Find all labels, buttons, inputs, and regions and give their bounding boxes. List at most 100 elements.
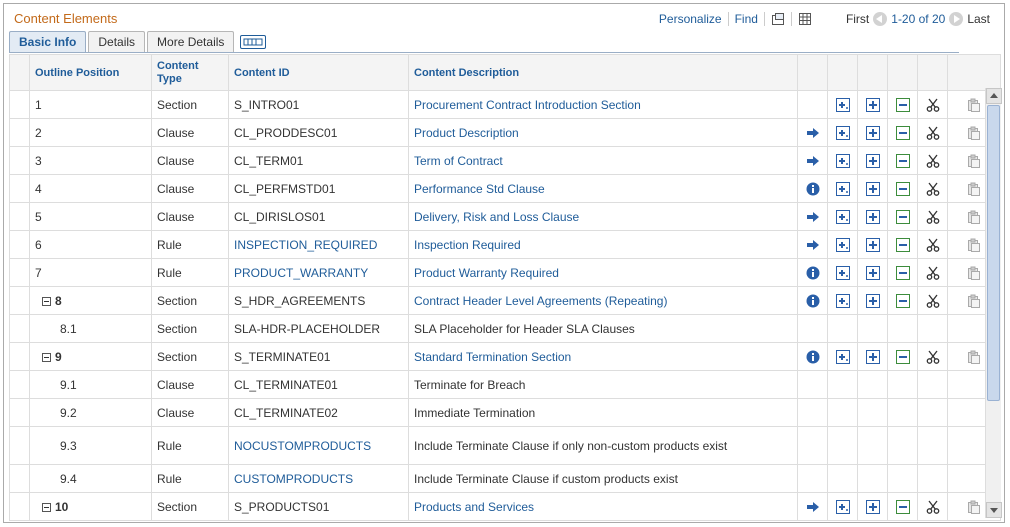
content-description[interactable]: Products and Services [408, 492, 798, 521]
content-id[interactable]: PRODUCT_WARRANTY [228, 258, 409, 287]
add-row-icon[interactable] [865, 97, 880, 112]
add-row-icon[interactable] [865, 209, 880, 224]
outline-position-cell: 9.2 [29, 398, 152, 427]
delete-row-icon[interactable] [895, 153, 910, 168]
insert-child-icon[interactable] [835, 265, 850, 280]
collapse-icon[interactable] [42, 296, 51, 306]
vertical-scrollbar[interactable] [985, 88, 1002, 518]
find-link[interactable]: Find [735, 12, 758, 26]
add-row-icon[interactable] [865, 153, 880, 168]
content-id[interactable]: CUSTOMPRODUCTS [228, 464, 409, 493]
delete-row-icon[interactable] [895, 209, 910, 224]
tab-more-details[interactable]: More Details [147, 31, 235, 52]
outline-position: 9 [55, 349, 62, 364]
action-cell [827, 398, 858, 427]
table-row: 3 Clause CL_TERM01 Term of Contract [9, 146, 1001, 175]
next-page-icon[interactable] [949, 12, 964, 26]
content-description[interactable]: Performance Std Clause [408, 174, 798, 203]
column-content-description[interactable]: Content Description [408, 54, 798, 91]
content-description[interactable]: Standard Termination Section [408, 342, 798, 371]
tab-basic-info[interactable]: Basic Info [9, 31, 87, 52]
add-row-icon[interactable] [865, 125, 880, 140]
go-to-content-icon[interactable] [806, 154, 820, 168]
insert-child-icon[interactable] [835, 181, 850, 196]
view-all-icon[interactable] [771, 12, 785, 26]
outline-position: 9.4 [60, 471, 77, 486]
add-row-icon[interactable] [865, 181, 880, 196]
insert-child-icon[interactable] [835, 293, 850, 308]
header-action-1 [797, 54, 828, 91]
cut-icon[interactable] [926, 238, 940, 252]
add-row-icon[interactable] [865, 349, 880, 364]
cut-icon[interactable] [926, 126, 940, 140]
scroll-down-icon[interactable] [986, 502, 1002, 518]
content-id[interactable]: NOCUSTOMPRODUCTS [228, 426, 409, 465]
action-cell [857, 174, 888, 203]
delete-row-icon[interactable] [895, 181, 910, 196]
insert-child-icon[interactable] [835, 499, 850, 514]
column-content-type[interactable]: Content Type [151, 54, 229, 91]
column-content-id[interactable]: Content ID [228, 54, 409, 91]
insert-child-icon[interactable] [835, 153, 850, 168]
cut-icon[interactable] [926, 350, 940, 364]
content-description[interactable]: Procurement Contract Introduction Sectio… [408, 90, 798, 119]
outline-position: 6 [35, 237, 42, 252]
insert-child-icon[interactable] [835, 125, 850, 140]
add-row-icon[interactable] [865, 265, 880, 280]
cut-icon[interactable] [926, 182, 940, 196]
collapse-icon[interactable] [42, 352, 51, 362]
collapse-icon[interactable] [42, 502, 51, 512]
delete-row-icon[interactable] [895, 97, 910, 112]
go-to-content-icon[interactable] [806, 210, 820, 224]
action-cell [917, 286, 948, 315]
cut-icon[interactable] [926, 266, 940, 280]
personalize-link[interactable]: Personalize [659, 12, 722, 26]
grid-title: Content Elements [14, 11, 118, 26]
column-outline-position[interactable]: Outline Position [29, 54, 152, 91]
delete-row-icon[interactable] [895, 293, 910, 308]
delete-row-icon[interactable] [895, 499, 910, 514]
row-spacer [9, 258, 30, 287]
go-to-content-icon[interactable] [806, 126, 820, 140]
tab-details[interactable]: Details [88, 31, 146, 52]
action-cell [917, 202, 948, 231]
add-row-icon[interactable] [865, 499, 880, 514]
action-cell [857, 464, 888, 493]
content-description[interactable]: Inspection Required [408, 230, 798, 259]
cut-icon[interactable] [926, 210, 940, 224]
cut-icon[interactable] [926, 154, 940, 168]
content-id: CL_TERMINATE02 [228, 398, 409, 427]
go-to-content-icon[interactable] [806, 500, 820, 514]
info-icon[interactable] [806, 182, 820, 196]
content-description[interactable]: Product Description [408, 118, 798, 147]
info-icon[interactable] [806, 350, 820, 364]
delete-row-icon[interactable] [895, 237, 910, 252]
insert-child-icon[interactable] [835, 209, 850, 224]
content-description[interactable]: Delivery, Risk and Loss Clause [408, 202, 798, 231]
insert-child-icon[interactable] [835, 237, 850, 252]
info-icon[interactable] [806, 294, 820, 308]
download-spreadsheet-icon[interactable] [798, 12, 812, 26]
add-row-icon[interactable] [865, 293, 880, 308]
content-description[interactable]: Contract Header Level Agreements (Repeat… [408, 286, 798, 315]
paste-icon [967, 154, 981, 168]
scroll-up-icon[interactable] [986, 88, 1002, 104]
content-id[interactable]: INSPECTION_REQUIRED [228, 230, 409, 259]
action-cell [827, 426, 858, 465]
insert-child-icon[interactable] [835, 97, 850, 112]
content-description[interactable]: Product Warranty Required [408, 258, 798, 287]
add-row-icon[interactable] [865, 237, 880, 252]
delete-row-icon[interactable] [895, 349, 910, 364]
content-description[interactable]: Term of Contract [408, 146, 798, 175]
cut-icon[interactable] [926, 294, 940, 308]
info-icon[interactable] [806, 266, 820, 280]
delete-row-icon[interactable] [895, 125, 910, 140]
scrollbar-thumb[interactable] [987, 105, 1000, 401]
cut-icon[interactable] [926, 98, 940, 112]
go-to-content-icon[interactable] [806, 238, 820, 252]
delete-row-icon[interactable] [895, 265, 910, 280]
insert-child-icon[interactable] [835, 349, 850, 364]
cut-icon[interactable] [926, 500, 940, 514]
previous-page-icon[interactable] [873, 12, 888, 26]
show-all-columns-icon[interactable] [240, 35, 267, 49]
